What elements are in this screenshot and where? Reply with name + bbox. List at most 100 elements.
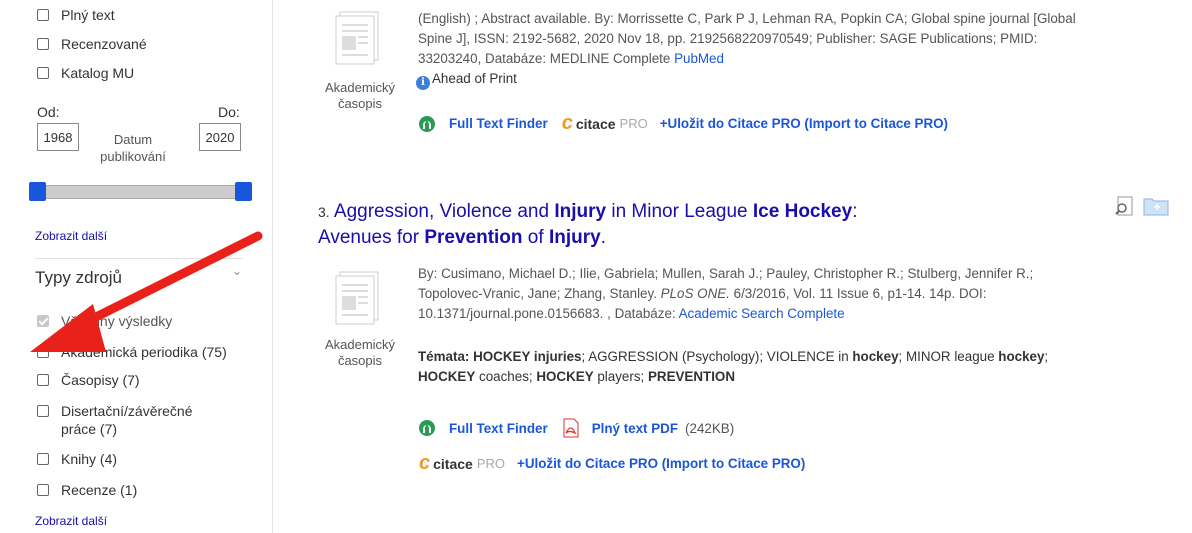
checkbox[interactable] (37, 67, 49, 79)
subject-term[interactable]: hockey (852, 349, 898, 364)
database-link[interactable]: Academic Search Complete (679, 306, 845, 321)
filter-label: Katalog MU (61, 65, 135, 81)
filter-catalog-mu[interactable]: Katalog MU (37, 64, 134, 82)
preview-icon[interactable] (1113, 195, 1135, 217)
pro-label: PRO (619, 116, 648, 131)
full-text-finder-icon[interactable] (419, 420, 435, 436)
citace-label: citace (433, 455, 473, 472)
citace-pro-logo: c citace PRO (419, 452, 505, 475)
result-links: Full Text Finder c citace PRO +Uložit do… (419, 112, 948, 135)
full-text-finder-link[interactable]: Full Text Finder (449, 116, 548, 131)
citace-label: citace (575, 115, 616, 132)
checkbox-checked[interactable] (37, 315, 49, 327)
publication-type-line1: Akademický (324, 337, 396, 352)
date-to-label: Do: (218, 104, 240, 120)
title-highlight[interactable]: Prevention (424, 227, 522, 248)
date-caption: Datum publikování (88, 131, 178, 165)
source-type-magazines[interactable]: Časopisy (7) (37, 371, 140, 389)
checkbox[interactable] (37, 405, 49, 417)
pubmed-link[interactable]: PubMed (674, 51, 724, 66)
add-to-folder-icon[interactable] (1143, 196, 1169, 216)
title-text[interactable]: in Minor League (606, 201, 753, 222)
checkbox[interactable] (37, 38, 49, 50)
filter-label-line2: práce (7) (61, 421, 118, 437)
full-text-finder-link[interactable]: Full Text Finder (449, 421, 548, 436)
info-icon: i (416, 76, 430, 90)
checkbox[interactable] (37, 453, 49, 465)
date-to-input[interactable]: 2020 (199, 123, 241, 151)
result-citace-row: c citace PRO +Uložit do Citace PRO (Impo… (419, 452, 805, 475)
publication-type: Akademický časopis (320, 80, 400, 112)
title-text[interactable]: Avenues for (318, 227, 424, 248)
subject-term[interactable]: players; (594, 369, 648, 384)
pdf-full-text-link[interactable]: Plný text PDF (592, 421, 678, 436)
subject-term[interactable]: HOCKEY (418, 369, 475, 384)
pdf-icon[interactable] (562, 418, 580, 438)
citation-line: Spine J], ISSN: 2192-5682, 2020 Nov 18, … (418, 31, 1038, 46)
slider-handle-min[interactable] (29, 182, 46, 201)
save-citace-link[interactable]: +Uložit do Citace PRO (Import to Citace … (660, 116, 948, 131)
result-number: 3. (318, 204, 330, 220)
subject-term[interactable]: ; MINOR league (899, 349, 999, 364)
subject-term[interactable]: coaches; (475, 369, 536, 384)
title-text[interactable]: : (852, 201, 857, 222)
filter-peer-reviewed[interactable]: Recenzované (37, 35, 147, 53)
filter-label: Knihy (4) (61, 451, 118, 467)
filter-label: Recenze (1) (61, 482, 138, 498)
subject-term[interactable]: HOCKEY injuries (473, 349, 581, 364)
subject-term[interactable]: HOCKEY (536, 369, 593, 384)
show-more-link[interactable]: Zobrazit další (35, 514, 107, 528)
show-more-link[interactable]: Zobrazit další (35, 229, 107, 243)
title-highlight[interactable]: Injury (549, 227, 601, 248)
filter-sidebar: Plný text Recenzované Katalog MU Od: Do:… (0, 0, 273, 533)
date-caption-line1: Datum (113, 132, 153, 147)
checkbox[interactable] (37, 484, 49, 496)
result-subjects: Témata: HOCKEY injuries; AGGRESSION (Psy… (418, 347, 1178, 387)
date-from-input[interactable]: 1968 (37, 123, 79, 151)
citation-line: Topolovec-Vranic, Jane; Zhang, Stanley. … (418, 284, 1178, 304)
citation-text: Topolovec-Vranic, Jane; Zhang, Stanley. (418, 286, 657, 301)
checkbox[interactable] (37, 374, 49, 386)
citace-icon: c (419, 452, 431, 474)
filter-fulltext[interactable]: Plný text (37, 6, 115, 24)
date-caption-line2: publikování (100, 149, 166, 164)
divider (35, 258, 243, 259)
subjects-label: Témata: (418, 349, 470, 364)
title-text[interactable]: Aggression, Violence and (334, 201, 554, 222)
result-title[interactable]: 3. Aggression, Violence and Injury in Mi… (318, 199, 1008, 250)
filter-label: Plný text (61, 7, 115, 23)
source-type-dissertations[interactable]: Disertační/závěrečné práce (7) (37, 402, 193, 438)
chevron-down-icon[interactable]: ⌄ (232, 264, 242, 278)
document-icon (335, 271, 379, 325)
source-type-reviews[interactable]: Recenze (1) (37, 481, 137, 499)
title-text[interactable]: of (523, 227, 549, 248)
ahead-label: Ahead of Print (432, 71, 517, 86)
full-text-finder-icon[interactable] (419, 115, 435, 132)
date-range-slider[interactable] (37, 185, 244, 199)
pdf-size: (242KB) (685, 420, 735, 436)
publication-type-line2: časopis (337, 353, 383, 368)
title-text[interactable]: . (601, 227, 606, 248)
filter-label: Disertační/závěrečné práce (7) (61, 402, 193, 438)
subjects-line: Témata: HOCKEY injuries; AGGRESSION (Psy… (418, 347, 1178, 367)
title-highlight[interactable]: Injury (554, 201, 606, 222)
source-type-academic[interactable]: Akademická periodika (75) (37, 343, 227, 361)
source-types-title[interactable]: Typy zdrojů (35, 268, 122, 288)
date-from-label: Od: (37, 104, 60, 120)
journal-name: PLoS ONE. (660, 286, 730, 301)
filter-label: Recenzované (61, 36, 147, 52)
subject-term[interactable]: PREVENTION (648, 369, 735, 384)
publication-type: Akademický časopis (320, 337, 400, 369)
checkbox[interactable] (37, 346, 49, 358)
subject-term[interactable]: ; AGGRESSION (Psychology); VIOLENCE in (582, 349, 853, 364)
source-type-books[interactable]: Knihy (4) (37, 450, 117, 468)
filter-label-line1: Disertační/závěrečné (61, 403, 193, 419)
title-highlight[interactable]: Ice Hockey (753, 201, 852, 222)
save-citace-link[interactable]: +Uložit do Citace PRO (Import to Citace … (517, 456, 805, 471)
source-type-all[interactable]: Všechny výsledky (37, 312, 172, 330)
checkbox[interactable] (37, 9, 49, 21)
subject-term[interactable]: hockey (998, 349, 1044, 364)
citation-text: 10.1371/journal.pone.0156683. , Databáze… (418, 306, 676, 321)
publication-type-line2: časopis (337, 96, 383, 111)
slider-handle-max[interactable] (235, 182, 252, 201)
